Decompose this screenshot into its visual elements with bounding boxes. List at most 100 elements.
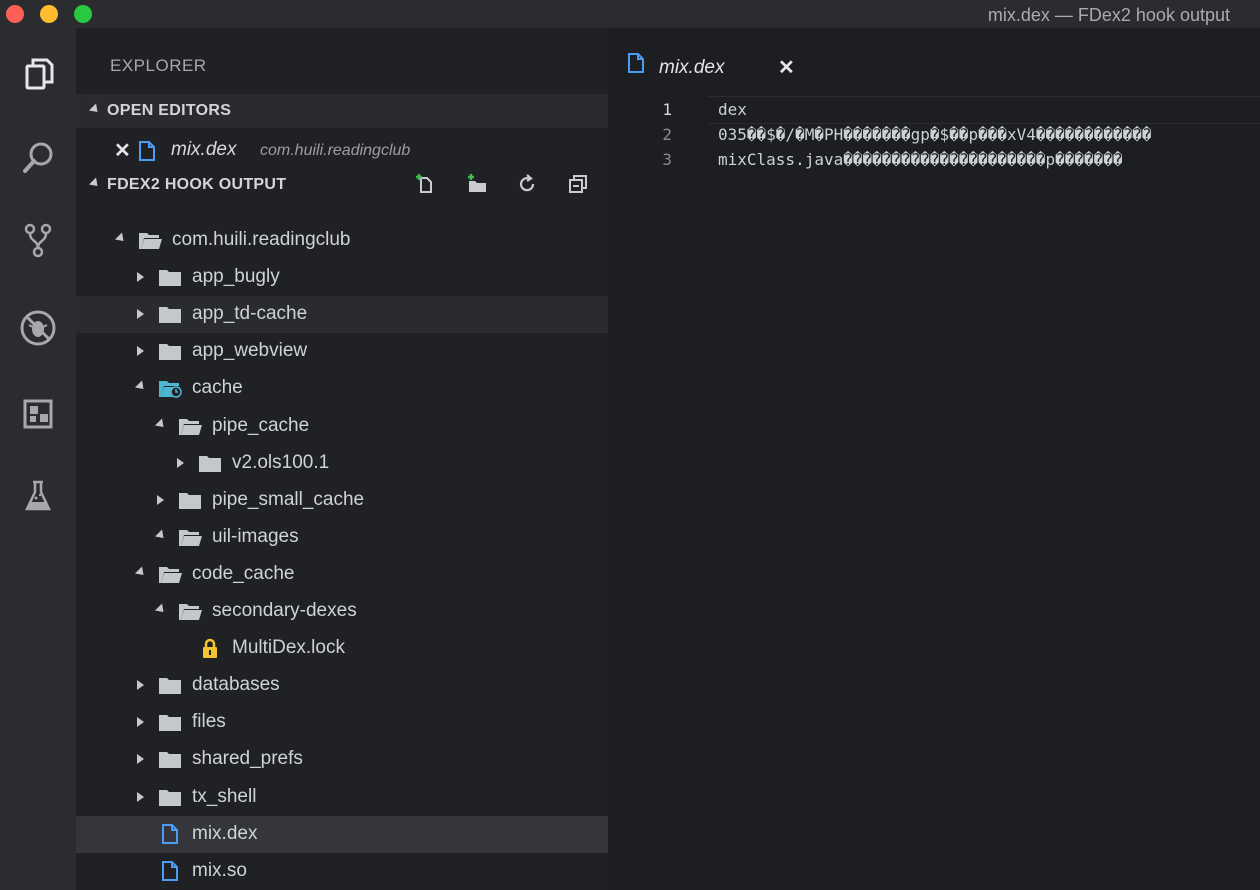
collapsed-arrow-icon[interactable] — [137, 346, 144, 356]
line-text: dex — [718, 100, 747, 119]
folder-icon — [158, 749, 182, 769]
open-editors-label: OPEN EDITORS — [107, 102, 232, 119]
tree-item[interactable]: secondary-dexes — [76, 593, 608, 630]
activity-bar — [0, 28, 76, 890]
folder-icon — [158, 304, 182, 324]
tree-item[interactable]: com.huili.readingclub — [76, 222, 608, 259]
tree-item-label: MultiDex.lock — [232, 637, 345, 658]
tree-item-label: app_td-cache — [192, 303, 308, 324]
collapsed-arrow-icon[interactable] — [137, 309, 144, 319]
tree-item-label: app_bugly — [192, 266, 280, 287]
tree-item[interactable]: pipe_cache — [76, 408, 608, 445]
tree-item[interactable]: databases — [76, 667, 608, 704]
tree-item[interactable]: mix.so — [76, 853, 608, 890]
close-editor-icon[interactable]: ✕ — [114, 138, 131, 163]
open-editor-path: com.huili.readingclub — [260, 142, 411, 159]
tree-item[interactable]: code_cache — [76, 556, 608, 593]
tree-item[interactable]: mix.dex — [76, 816, 608, 853]
code-line[interactable]: 2 035��$�/�M�PH�������gp�$��p���xV4�����… — [608, 125, 1260, 149]
tree-item-label: shared_prefs — [192, 748, 303, 769]
lock-icon — [198, 638, 222, 658]
collapse-arrow-icon — [88, 103, 102, 116]
line-text: 035��$�/�M�PH�������gp�$��p���xV4�������… — [718, 125, 1152, 144]
line-text: mixClass.java���������������������p�����… — [718, 150, 1123, 169]
collapsed-arrow-icon[interactable] — [137, 717, 144, 727]
line-number: 2 — [662, 125, 672, 144]
tree-item-label: com.huili.readingclub — [172, 229, 351, 250]
folder-icon — [198, 453, 222, 473]
tree-item[interactable]: uil-images — [76, 519, 608, 556]
file-icon — [626, 52, 646, 79]
tree-item-label: app_webview — [192, 340, 308, 361]
collapsed-arrow-icon[interactable] — [157, 495, 164, 505]
folder-icon — [158, 712, 182, 732]
line-number: 3 — [662, 150, 672, 169]
collapsed-arrow-icon[interactable] — [137, 680, 144, 690]
tree-item[interactable]: v2.ols100.1 — [76, 445, 608, 482]
file-icon — [158, 861, 182, 881]
folder-section-label: FDEX2 HOOK OUTPUT — [107, 176, 287, 193]
new-folder-icon[interactable] — [465, 172, 493, 200]
code-line[interactable]: 3 mixClass.java���������������������p���… — [608, 150, 1260, 174]
expanded-arrow-icon[interactable] — [114, 232, 128, 245]
code-line[interactable]: 1 dex — [608, 100, 1260, 124]
folder-open-icon — [138, 230, 162, 250]
collapsed-arrow-icon[interactable] — [137, 272, 144, 282]
collapse-all-icon[interactable] — [566, 172, 594, 200]
tree-item[interactable]: MultiDex.lock — [76, 630, 608, 667]
tab-label: mix.dex — [659, 57, 725, 78]
files-icon[interactable] — [18, 54, 58, 94]
extensions-icon[interactable] — [18, 394, 58, 434]
tree-item[interactable]: app_bugly — [76, 259, 608, 296]
close-tab-icon[interactable]: ✕ — [778, 55, 795, 80]
window-title: mix.dex — FDex2 hook output — [987, 5, 1230, 25]
tree-item[interactable]: pipe_small_cache — [76, 482, 608, 519]
new-file-icon[interactable] — [414, 172, 442, 200]
file-icon — [158, 824, 182, 844]
folder-section-header[interactable]: FDEX2 HOOK OUTPUT — [76, 168, 608, 202]
collapsed-arrow-icon[interactable] — [137, 754, 144, 764]
tree-item-label: pipe_small_cache — [212, 489, 365, 510]
tree-item-label: code_cache — [192, 563, 295, 584]
tree-item[interactable]: app_webview — [76, 333, 608, 370]
collapsed-arrow-icon[interactable] — [177, 458, 184, 468]
tab-mix-dex[interactable]: mix.dex ✕ — [608, 28, 798, 90]
flask-icon[interactable] — [18, 476, 58, 516]
tree-item[interactable]: shared_prefs — [76, 741, 608, 778]
tree-item[interactable]: app_td-cache — [76, 296, 608, 333]
expanded-arrow-icon[interactable] — [154, 418, 168, 431]
search-icon[interactable] — [18, 138, 58, 178]
folder-open-icon — [178, 416, 202, 436]
folder-open-icon — [158, 564, 182, 584]
open-editor-item[interactable]: ✕ mix.dex com.huili.readingclub — [76, 132, 608, 168]
line-number: 1 — [662, 100, 672, 119]
tree-item[interactable]: tx_shell — [76, 779, 608, 816]
collapsed-arrow-icon[interactable] — [137, 792, 144, 802]
tree-item-label: secondary-dexes — [212, 600, 357, 621]
explorer-title: EXPLORER — [110, 56, 207, 75]
tree-item-label: cache — [192, 377, 243, 398]
editor-area: mix.dex ✕ 1 dex 2 035��$�/�M�PH�������gp… — [608, 28, 1260, 890]
collapse-arrow-icon — [88, 177, 102, 190]
tab-bar: mix.dex ✕ — [608, 28, 1260, 90]
folder-icon — [158, 341, 182, 361]
expanded-arrow-icon[interactable] — [134, 566, 148, 579]
file-icon — [137, 140, 157, 167]
open-editor-filename: mix.dex — [171, 139, 237, 160]
tree-item[interactable]: files — [76, 704, 608, 741]
tree-item[interactable]: cache — [76, 370, 608, 407]
folder-icon — [158, 675, 182, 695]
expanded-arrow-icon[interactable] — [154, 529, 168, 542]
open-editors-header[interactable]: OPEN EDITORS — [76, 94, 608, 128]
source-control-icon[interactable] — [18, 220, 58, 260]
folder-icon — [178, 490, 202, 510]
folder-open-icon — [178, 527, 202, 547]
section-actions — [396, 172, 594, 200]
expanded-arrow-icon[interactable] — [154, 603, 168, 616]
refresh-icon[interactable] — [515, 172, 543, 200]
tree-item-label: pipe_cache — [212, 415, 310, 436]
folder-icon — [158, 787, 182, 807]
expanded-arrow-icon[interactable] — [134, 380, 148, 393]
debug-icon[interactable] — [18, 308, 58, 348]
title-bar: mix.dex — FDex2 hook output — [0, 0, 1260, 28]
